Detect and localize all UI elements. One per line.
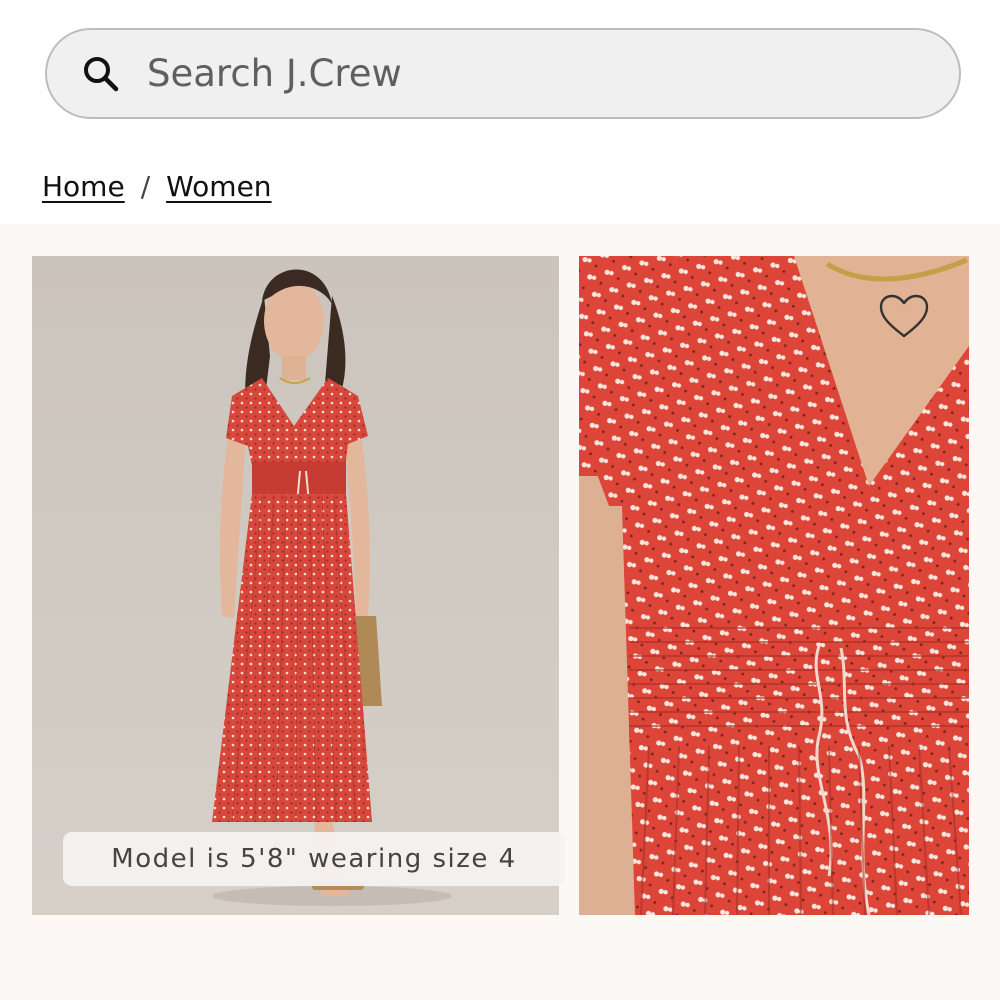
breadcrumb-home-link[interactable]: Home [42, 170, 125, 203]
search-icon[interactable] [81, 54, 121, 94]
product-image-detail[interactable] [579, 256, 969, 915]
breadcrumb-separator: / [140, 170, 151, 203]
breadcrumb: Home / Women [42, 170, 272, 203]
product-gallery: Model is 5'8" wearing size 4 [0, 224, 1000, 1000]
product-image-main[interactable] [32, 256, 559, 915]
search-bar[interactable] [45, 28, 961, 119]
breadcrumb-women-link[interactable]: Women [166, 170, 271, 203]
heart-outline-icon[interactable] [878, 294, 930, 340]
model-size-caption: Model is 5'8" wearing size 4 [63, 832, 565, 886]
search-input[interactable] [147, 52, 887, 95]
